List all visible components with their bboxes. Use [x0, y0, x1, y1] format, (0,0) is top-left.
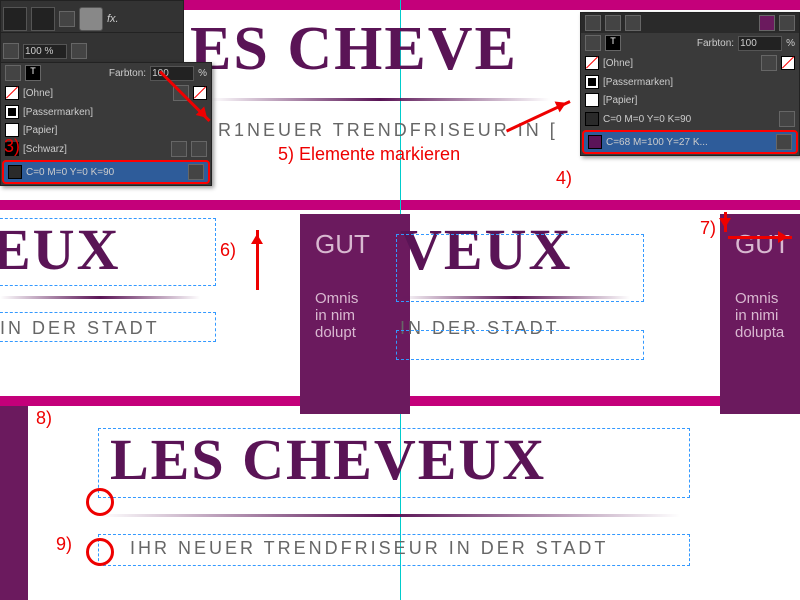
swatch-k90-icon	[8, 165, 22, 179]
swatches-panel-right[interactable]: T Farbton: % [Ohne] [Passermarken] [Papi…	[580, 12, 800, 156]
annot-3: 3)	[4, 136, 20, 157]
swatch-row-selected[interactable]: C=0 M=0 Y=0 K=90	[2, 160, 210, 184]
lorem: in nim	[315, 307, 395, 324]
farbton-input[interactable]	[150, 66, 194, 81]
panel-icon-row	[581, 13, 799, 33]
dropdown-icon[interactable]	[71, 43, 87, 59]
swatch-row[interactable]: [Ohne]	[581, 53, 799, 73]
cmyk-icon	[776, 134, 792, 150]
swatch-k90-icon	[585, 112, 599, 126]
cmyk-icon	[188, 164, 204, 180]
gut-box-right: GUT Omnis in nimi dolupta	[720, 214, 800, 414]
annot-8: 8)	[36, 408, 52, 429]
opacity-icon	[3, 43, 19, 59]
swatch-row[interactable]: [Papier]	[581, 91, 799, 109]
t-icon[interactable]: T	[605, 35, 621, 51]
selection-box[interactable]	[0, 218, 216, 286]
title-bottom: LES CHEVEUX	[110, 426, 546, 493]
annot-9: 9)	[56, 534, 72, 555]
circle-8	[86, 488, 114, 516]
swatch-paper-icon	[585, 93, 599, 107]
pct: %	[786, 38, 795, 49]
annot-4: 4)	[556, 168, 572, 189]
cmyk-icon	[191, 141, 207, 157]
panel-icon[interactable]	[625, 15, 641, 31]
swatch-row[interactable]: [Passermarken]	[581, 73, 799, 91]
panel-icon[interactable]	[585, 15, 601, 31]
divider-mid-left	[0, 296, 200, 299]
formatting-affects-container[interactable]	[79, 7, 103, 31]
cmyk-icon	[779, 111, 795, 127]
purple-edge	[0, 406, 28, 600]
arrow-6	[256, 230, 259, 290]
swatch-reg-icon	[585, 75, 599, 89]
opacity-input[interactable]	[23, 44, 67, 59]
lorem: Omnis	[315, 290, 395, 307]
t-icon[interactable]	[59, 11, 75, 27]
divider-top	[210, 98, 550, 101]
fill-icon[interactable]	[585, 35, 601, 51]
farbton-label: Farbton:	[109, 68, 146, 79]
annot-6: 6)	[220, 240, 236, 261]
swatches-panel-left[interactable]: T Farbton: % [Ohne] [Passermarken] [Papi…	[0, 62, 212, 186]
fill-icon[interactable]	[5, 65, 21, 81]
swatch-row-selected[interactable]: C=68 M=100 Y=27 K...	[582, 130, 798, 154]
selection-box[interactable]	[396, 234, 644, 302]
swatch-none-icon	[585, 56, 599, 70]
subtitle-bottom: IHR NEUER TRENDFRISEUR IN DER STADT	[130, 538, 608, 559]
lorem: dolupt	[315, 324, 395, 341]
swatch-purple-icon	[588, 135, 602, 149]
none-icon	[193, 86, 207, 100]
panel-icon[interactable]	[779, 15, 795, 31]
swatch-reg-icon	[5, 105, 19, 119]
annot-5: 5) Elemente markieren	[278, 144, 460, 165]
panel-header: T Farbton: %	[1, 63, 211, 83]
lorem: in nimi	[735, 307, 800, 324]
x-icon	[171, 141, 187, 157]
farbton-input[interactable]	[738, 36, 782, 51]
gut-title: GUT	[315, 229, 395, 260]
annot-7: 7)	[700, 218, 716, 239]
panel-icon[interactable]	[759, 15, 775, 31]
farbton-label: Farbton:	[697, 38, 734, 49]
lorem: dolupta	[735, 324, 800, 341]
x-icon	[761, 55, 777, 71]
swatch-none-icon	[5, 86, 19, 100]
circle-9	[86, 538, 114, 566]
fx-label: fx.	[107, 13, 119, 25]
title-top: ES CHEVE	[190, 14, 518, 85]
pct: %	[198, 68, 207, 79]
swatch-box2[interactable]	[31, 7, 55, 31]
selection-box[interactable]	[396, 330, 644, 360]
arrow-7-right	[728, 236, 792, 239]
swatch-row[interactable]: [Papier]	[1, 121, 211, 139]
swatch-row[interactable]: [Passermarken]	[1, 103, 211, 121]
selection-box[interactable]	[0, 312, 216, 342]
t-icon[interactable]: T	[25, 65, 41, 81]
divider-bottom	[100, 514, 680, 517]
swatch-box[interactable]	[3, 7, 27, 31]
none-icon	[781, 56, 795, 70]
panel-header: T Farbton: %	[581, 33, 799, 53]
swatch-paper-icon	[5, 123, 19, 137]
panel-icon[interactable]	[605, 15, 621, 31]
swatch-row[interactable]: C=0 M=0 Y=0 K=90	[581, 109, 799, 129]
swatch-row[interactable]: [Schwarz]	[1, 139, 211, 159]
lorem: Omnis	[735, 290, 800, 307]
arrow-7-down	[724, 212, 727, 232]
gut-box-left: GUT Omnis in nim dolupt	[300, 214, 410, 414]
